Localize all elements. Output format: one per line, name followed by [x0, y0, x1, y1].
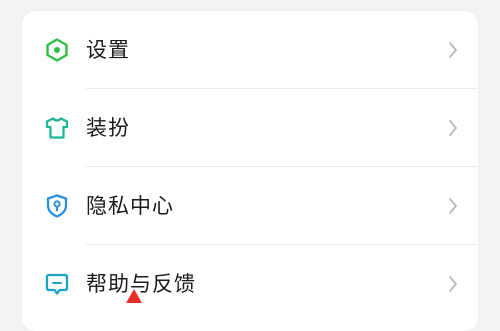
- menu-item-privacy-center[interactable]: 隐私中心: [22, 167, 478, 245]
- menu-item-help-feedback[interactable]: 帮助与反馈: [22, 245, 478, 323]
- menu-item-label: 装扮: [86, 116, 130, 140]
- menu-item-label: 隐私中心: [86, 194, 174, 218]
- chevron-right-icon: [448, 41, 458, 59]
- menu-item-settings[interactable]: 设置: [22, 11, 478, 89]
- chevron-right-icon: [448, 197, 458, 215]
- chevron-right-icon: [448, 275, 458, 293]
- menu-item-label: 设置: [86, 38, 130, 62]
- tshirt-icon: [44, 115, 70, 141]
- privacy-shield-icon: [44, 193, 70, 219]
- chevron-right-icon: [448, 119, 458, 137]
- settings-hexagon-icon: [44, 37, 70, 63]
- menu-item-dress-up[interactable]: 装扮: [22, 89, 478, 167]
- settings-menu-card: 设置 装扮 隐私中心 帮助与反馈: [22, 11, 478, 331]
- feedback-chat-icon: [44, 271, 70, 297]
